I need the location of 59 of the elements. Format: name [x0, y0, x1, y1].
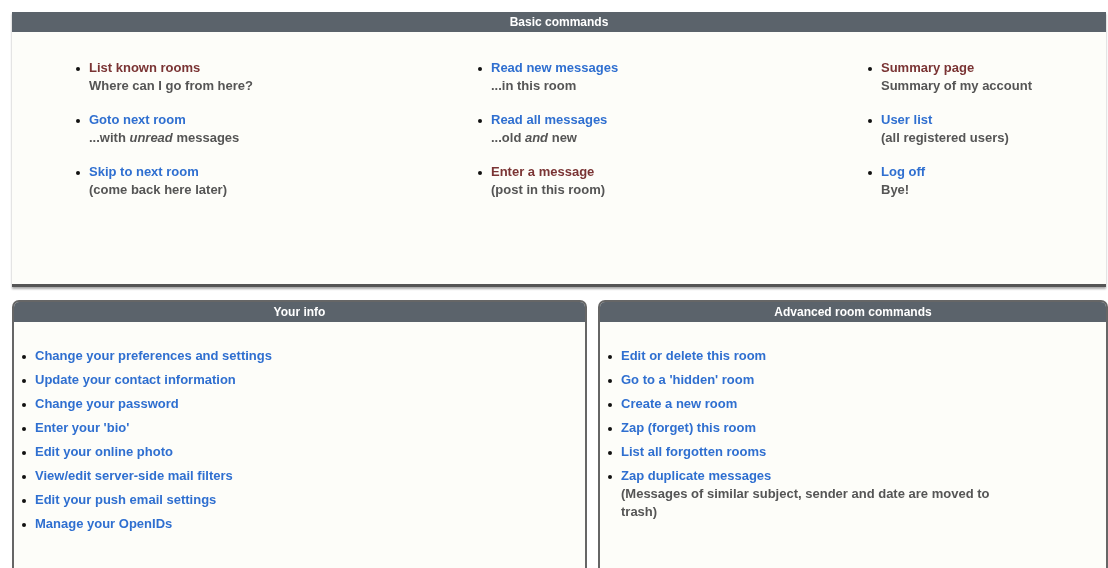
- bullet-icon: [608, 355, 612, 359]
- panel-header: Your info: [14, 302, 585, 322]
- command-description: ...old and new: [491, 129, 578, 147]
- bullet-icon: [22, 403, 26, 407]
- command-link[interactable]: Read new messages: [491, 59, 619, 77]
- bullet-icon: [868, 119, 872, 123]
- command-description: (Messages of similar subject, sender and date are moved to trash): [621, 485, 991, 521]
- bullet-icon: [608, 427, 612, 431]
- bullet-icon: [608, 403, 612, 407]
- command-description: Bye!: [881, 181, 911, 199]
- bullet-icon: [22, 451, 26, 455]
- command-description: (post in this room): [491, 181, 606, 199]
- command-link[interactable]: Skip to next room: [89, 163, 227, 181]
- command-link[interactable]: Go to a 'hidden' room: [621, 371, 755, 389]
- bullet-icon: [22, 475, 26, 479]
- command-link[interactable]: Enter your 'bio': [35, 419, 130, 437]
- panel-header: Basic commands: [12, 12, 1106, 32]
- command-link[interactable]: Zap (forget) this room: [621, 419, 757, 437]
- command-description: ...with unread messages: [89, 129, 240, 147]
- bullet-icon: [608, 379, 612, 383]
- bullet-icon: [478, 171, 482, 175]
- bullet-icon: [76, 67, 80, 71]
- bullet-icon: [76, 119, 80, 123]
- command-link[interactable]: User list: [881, 111, 1009, 129]
- command-link[interactable]: Goto next room: [89, 111, 240, 129]
- command-description: Summary of my account: [881, 77, 1032, 95]
- command-link[interactable]: Edit or delete this room: [621, 347, 767, 365]
- bullet-icon: [478, 67, 482, 71]
- bullet-icon: [608, 451, 612, 455]
- command-description: (come back here later): [89, 181, 227, 199]
- command-description: Where can I go from here?: [89, 77, 253, 95]
- command-link[interactable]: Read all messages: [491, 111, 608, 129]
- bullet-icon: [22, 379, 26, 383]
- command-link[interactable]: Update your contact information: [35, 371, 236, 389]
- bullet-icon: [478, 119, 482, 123]
- bullet-icon: [22, 523, 26, 527]
- command-link[interactable]: Edit your online photo: [35, 443, 173, 461]
- command-link[interactable]: List all forgotten rooms: [621, 443, 767, 461]
- command-link[interactable]: List known rooms: [89, 59, 253, 77]
- command-link[interactable]: Create a new room: [621, 395, 738, 413]
- command-link[interactable]: Change your password: [35, 395, 179, 413]
- command-link[interactable]: Change your preferences and settings: [35, 347, 272, 365]
- bullet-icon: [22, 499, 26, 503]
- bullet-icon: [22, 355, 26, 359]
- command-link[interactable]: View/edit server-side mail filters: [35, 467, 233, 485]
- bullet-icon: [76, 171, 80, 175]
- command-description: ...in this room: [491, 77, 578, 95]
- panel-header: Advanced room commands: [600, 302, 1106, 322]
- command-link[interactable]: Enter a message: [491, 163, 606, 181]
- command-link[interactable]: Manage your OpenIDs: [35, 515, 173, 533]
- command-link[interactable]: Edit your push email settings: [35, 491, 217, 509]
- command-description: (all registered users): [881, 129, 1009, 147]
- command-link[interactable]: Log off: [881, 163, 926, 181]
- bullet-icon: [868, 67, 872, 71]
- command-link[interactable]: Summary page: [881, 59, 1032, 77]
- bullet-icon: [22, 427, 26, 431]
- bullet-icon: [608, 475, 612, 479]
- bullet-icon: [868, 171, 872, 175]
- command-link[interactable]: Zap duplicate messages: [621, 467, 1006, 485]
